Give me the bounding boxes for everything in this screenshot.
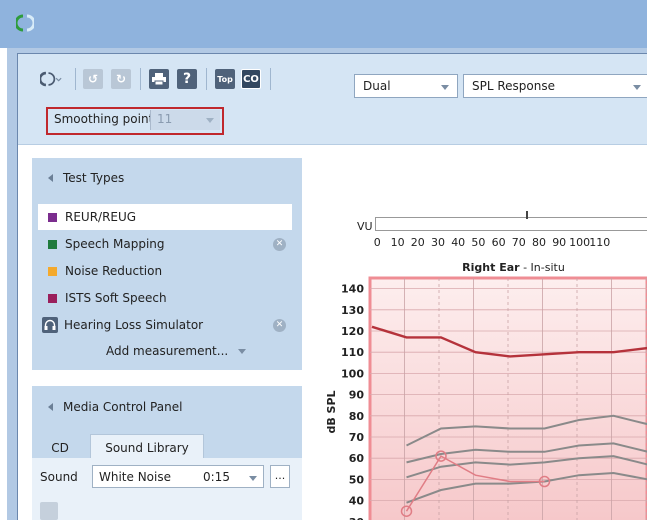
undo-icon: ↺ [83, 69, 103, 89]
collapse-icon [48, 403, 53, 411]
help-button[interactable]: ? [176, 68, 198, 90]
y-tick-label: 120 [341, 325, 364, 338]
smoothing-label: Smoothing points [54, 112, 160, 126]
chevron-down-icon [633, 85, 641, 90]
tab-cd[interactable]: CD [40, 438, 80, 458]
collapse-icon [48, 174, 53, 182]
vu-tick-label: 0 [373, 236, 381, 249]
test-item-label: Speech Mapping [65, 237, 165, 251]
chevron-down-icon [441, 85, 449, 90]
spl-chart[interactable]: dB SPL 140 130 120 110 100 90 80 70 60 50 40 30 [320, 270, 647, 520]
sound-value: White Noise [99, 470, 171, 484]
redo-icon: ↻ [111, 69, 131, 89]
color-swatch [48, 293, 57, 303]
response-dropdown[interactable]: SPL Response [463, 74, 647, 98]
vu-tick-label: 10 [390, 236, 405, 249]
chevron-down-icon [238, 349, 247, 354]
y-tick-label: 110 [341, 346, 364, 359]
y-tick-label: 140 [341, 283, 364, 296]
remove-icon[interactable]: ✕ [273, 319, 286, 332]
y-tick-label: 80 [349, 410, 365, 423]
vu-tick-label: 110 [589, 236, 611, 249]
person-icon[interactable] [40, 502, 58, 520]
headphones-icon [42, 317, 58, 333]
help-icon: ? [177, 69, 197, 89]
test-item-label: REUR/REUG [65, 210, 137, 224]
tab-sound-library[interactable]: Sound Library [90, 434, 204, 460]
undo-button[interactable]: ↺ [82, 68, 104, 90]
tab-label: Sound Library [105, 441, 189, 455]
browse-label: ... [274, 469, 286, 482]
test-types-panel: Test Types REUR/REUG Speech Mapping ✕ No… [32, 158, 302, 370]
title-bar [0, 0, 647, 48]
app-logo-icon [16, 14, 34, 32]
y-tick-label: 40 [349, 495, 365, 508]
vu-tick-label: 90 [552, 236, 567, 249]
sound-duration: 0:15 [203, 470, 230, 484]
vu-tick-label: 60 [491, 236, 506, 249]
vu-tick-label: 70 [511, 236, 526, 249]
vu-tick-label: 40 [451, 236, 466, 249]
redo-button[interactable]: ↻ [110, 68, 132, 90]
add-measurement-button[interactable]: Add measurement... [106, 344, 247, 358]
remove-icon[interactable]: ✕ [273, 238, 286, 251]
media-control-panel: Media Control Panel CD Sound Library Sou… [32, 386, 302, 520]
vu-tick-label: 30 [431, 236, 445, 249]
vu-tick-label: 20 [410, 236, 425, 249]
sound-select[interactable]: White Noise 0:15 [92, 465, 264, 488]
top-view-icon: Top [215, 69, 235, 89]
vu-tick-label: 80 [532, 236, 546, 249]
test-item-label: ISTS Soft Speech [65, 291, 167, 305]
mode-dropdown[interactable]: Dual [354, 74, 458, 98]
co-icon: CO [241, 69, 261, 89]
smoothing-input[interactable]: 11 [150, 110, 220, 130]
test-item-reur[interactable]: REUR/REUG [38, 204, 292, 230]
test-item-noise-reduction[interactable]: Noise Reduction [38, 258, 292, 284]
sound-label: Sound [40, 470, 78, 484]
y-tick-label: 60 [349, 452, 365, 465]
y-tick-label: 130 [341, 304, 364, 317]
tab-label: CD [51, 441, 69, 455]
add-measurement-label: Add measurement... [106, 344, 229, 358]
test-item-speech-mapping[interactable]: Speech Mapping ✕ [38, 231, 292, 257]
chevron-down-icon [249, 476, 257, 481]
y-tick-label: 50 [349, 473, 365, 486]
media-tabs: CD Sound Library [32, 434, 302, 460]
y-axis-label: dB SPL [325, 390, 338, 433]
vu-tick-label: 100 [569, 236, 591, 249]
color-swatch [48, 239, 57, 249]
sound-library-content: Sound White Noise 0:15 ... [32, 458, 302, 520]
test-types-header[interactable]: Test Types [32, 158, 302, 198]
vu-peak-marker [526, 211, 528, 219]
media-panel-title: Media Control Panel [63, 400, 183, 414]
vu-meter [375, 217, 647, 231]
y-tick-label: 100 [341, 367, 364, 380]
app-menu-button[interactable] [40, 68, 62, 90]
vu-label: VU [357, 220, 373, 233]
y-tick-label: 90 [349, 389, 365, 402]
test-item-label: Noise Reduction [65, 264, 163, 278]
color-swatch [48, 212, 57, 222]
y-tick-label: 30 [349, 516, 365, 520]
app-menu-icon [40, 71, 62, 87]
y-tick-label: 70 [349, 431, 365, 444]
printer-icon [149, 69, 169, 89]
media-panel-header[interactable]: Media Control Panel [32, 386, 302, 428]
mode-value: Dual [363, 79, 391, 93]
test-item-hearing-loss-simulator[interactable]: Hearing Loss Simulator ✕ [38, 312, 292, 338]
print-button[interactable] [148, 68, 170, 90]
response-value: SPL Response [472, 79, 555, 93]
co-button[interactable]: CO [240, 68, 262, 90]
smoothing-value: 11 [157, 112, 173, 126]
vu-tick-label: 50 [471, 236, 486, 249]
chevron-down-icon [206, 118, 214, 123]
browse-button[interactable]: ... [270, 465, 290, 488]
top-view-button[interactable]: Top [214, 68, 236, 90]
test-types-title: Test Types [63, 171, 125, 185]
color-swatch [48, 266, 57, 276]
test-item-ists[interactable]: ISTS Soft Speech [38, 285, 292, 311]
test-item-label: Hearing Loss Simulator [64, 318, 204, 332]
